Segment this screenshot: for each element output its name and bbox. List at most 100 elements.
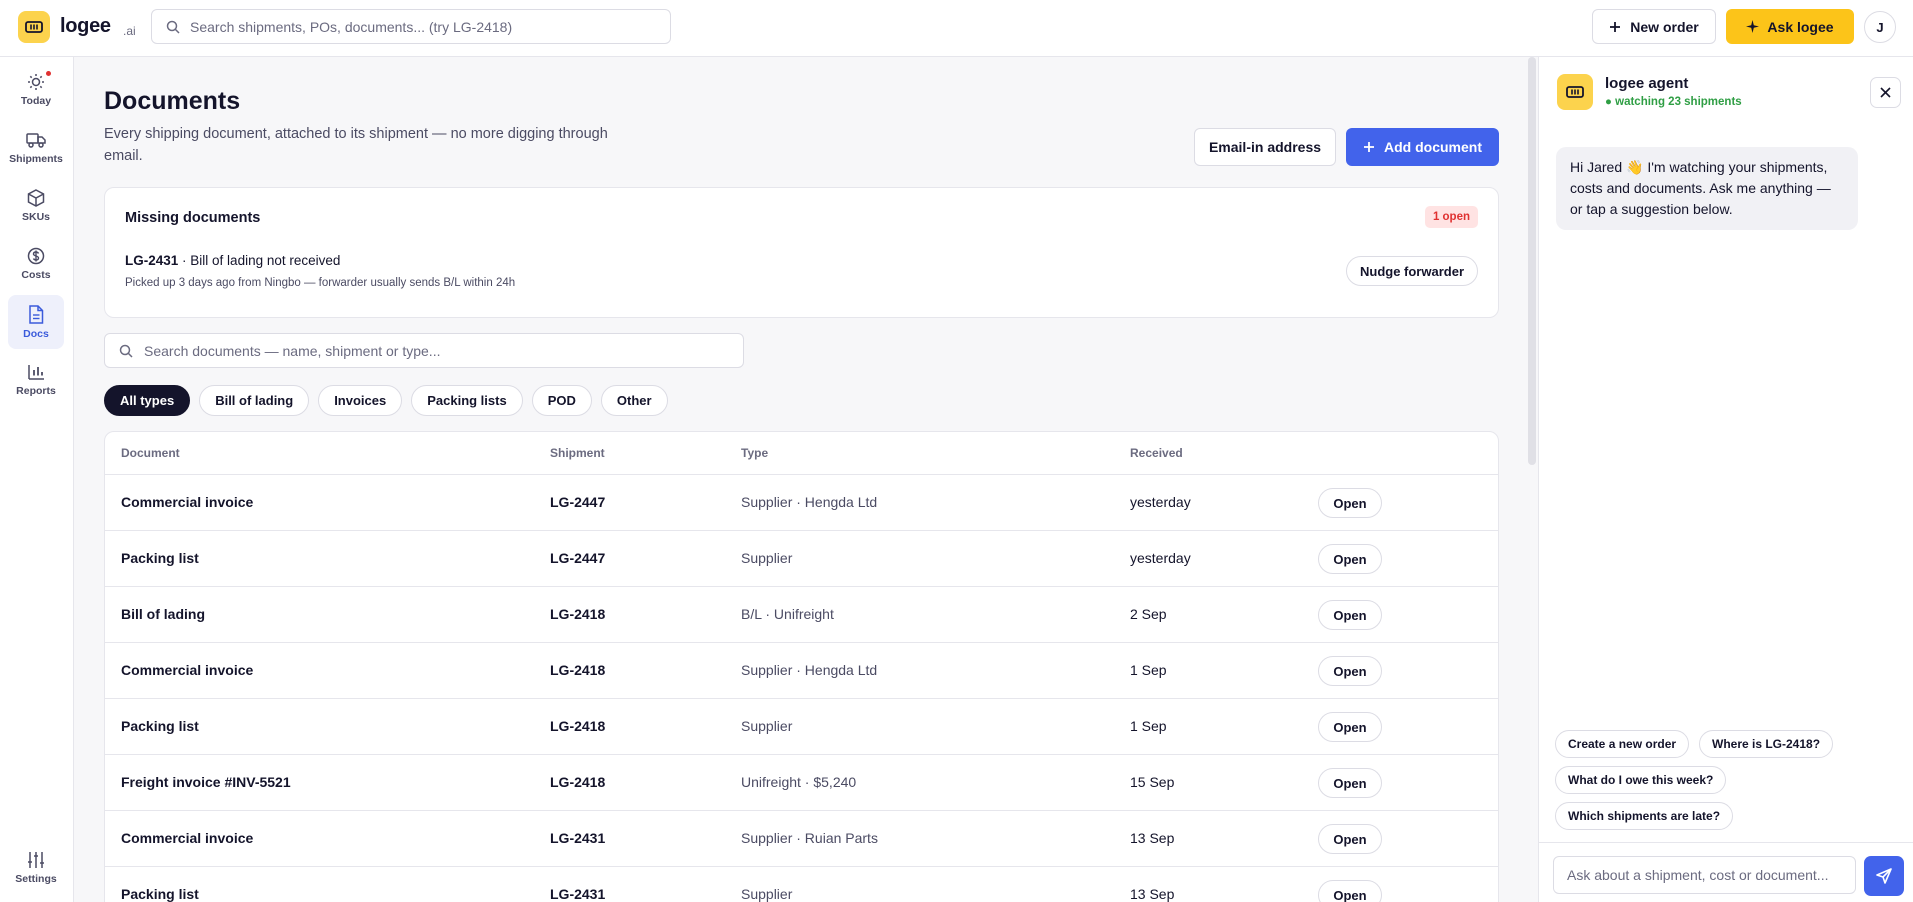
agent-title: logee agent: [1605, 75, 1689, 92]
filter-chip-packing-lists[interactable]: Packing lists: [411, 385, 523, 416]
add-document-button[interactable]: Add document: [1346, 128, 1499, 166]
status-badge: 1 open: [1424, 206, 1478, 228]
search-icon: [119, 344, 133, 358]
table-row[interactable]: Commercial invoice LG-2418 Supplier · He…: [105, 643, 1498, 699]
sidebar-item-label: Shipments: [9, 153, 63, 165]
shipment-id[interactable]: LG-2447: [550, 550, 605, 566]
filter-chip-other[interactable]: Other: [600, 385, 668, 416]
document-search-placeholder: Search documents — name, shipment or typ…: [144, 342, 441, 359]
sparkle-icon: [1746, 20, 1760, 33]
open-button[interactable]: Open: [1318, 656, 1382, 686]
plus-icon: [1364, 142, 1374, 152]
suggestion-where-is-shipment[interactable]: Where is LG-2418?: [1699, 730, 1834, 758]
global-search-input[interactable]: Search shipments, POs, documents... (try…: [151, 9, 671, 44]
column-header-type[interactable]: Type: [741, 446, 768, 460]
missing-detail: Picked up 3 days ago from Ningbo — forwa…: [125, 277, 516, 289]
sidebar-item-label: Docs: [23, 327, 49, 340]
document-name: Packing list: [121, 886, 199, 902]
sidebar-item-label: Reports: [16, 385, 56, 397]
add-document-label: Add document: [1384, 139, 1482, 155]
sidebar-item-reports[interactable]: Reports: [8, 353, 64, 407]
document-type: Supplier: [741, 550, 793, 566]
shipment-id[interactable]: LG-2418: [550, 718, 605, 734]
open-button[interactable]: Open: [1318, 488, 1382, 518]
document-name: Packing list: [121, 550, 199, 566]
sun-icon: [28, 74, 44, 90]
shipment-id[interactable]: LG-2418: [550, 774, 605, 790]
document-type: Supplier · Hengda Ltd: [741, 662, 878, 678]
dollar-icon: [27, 247, 45, 265]
document-name: Commercial invoice: [121, 494, 254, 510]
received-date: 1 Sep: [1130, 662, 1167, 678]
send-button[interactable]: [1864, 856, 1904, 896]
missing-documents-card: Missing documents 1 open LG-2431 · Bill …: [104, 187, 1499, 318]
open-button[interactable]: Open: [1318, 600, 1382, 630]
table-row[interactable]: Commercial invoice LG-2447 Supplier · He…: [105, 475, 1498, 531]
shipment-id[interactable]: LG-2431: [550, 886, 605, 902]
open-button[interactable]: Open: [1318, 712, 1382, 742]
nudge-forwarder-button[interactable]: Nudge forwarder: [1345, 256, 1478, 286]
document-type: Supplier: [741, 886, 793, 902]
column-header-document[interactable]: Document: [121, 446, 180, 460]
sidebar-item-docs[interactable]: Docs: [8, 295, 64, 349]
filter-chip-all-types[interactable]: All types: [104, 385, 191, 416]
sidebar-item-shipments[interactable]: Shipments: [8, 121, 64, 175]
close-icon: [1880, 87, 1891, 98]
shipment-id[interactable]: LG-2431: [550, 830, 605, 846]
table-row[interactable]: Freight invoice #INV-5521 LG-2418 Unifre…: [105, 755, 1498, 811]
table-row[interactable]: Packing list LG-2447 Supplier yesterday …: [105, 531, 1498, 587]
suggestion-late-shipments[interactable]: Which shipments are late?: [1555, 802, 1734, 830]
document-icon: [29, 304, 44, 324]
document-search-input[interactable]: Search documents — name, shipment or typ…: [104, 333, 744, 368]
brand-name: logee: [60, 15, 111, 37]
agent-panel: logee agent ● watching 23 shipments Hi J…: [1538, 57, 1913, 902]
notification-dot: [46, 71, 51, 76]
open-button[interactable]: Open: [1318, 824, 1382, 854]
sliders-icon: [28, 852, 44, 868]
suggestion-what-do-i-owe[interactable]: What do I owe this week?: [1555, 766, 1727, 794]
sidebar-item-costs[interactable]: Costs: [8, 237, 64, 291]
document-type: Supplier: [741, 718, 793, 734]
document-name: Commercial invoice: [121, 830, 254, 846]
new-order-button[interactable]: New order: [1592, 9, 1716, 44]
bar-chart-icon: [28, 365, 44, 380]
documents-table: Document Shipment Type Received Commerci…: [104, 431, 1499, 902]
table-row[interactable]: Packing list LG-2431 Supplier 13 Sep Ope…: [105, 867, 1498, 902]
received-date: yesterday: [1130, 550, 1191, 566]
table-row[interactable]: Bill of lading LG-2418 B/L · Unifreight …: [105, 587, 1498, 643]
close-agent-button[interactable]: [1870, 77, 1901, 108]
email-in-address-button[interactable]: Email-in address: [1194, 128, 1336, 166]
truck-icon: [26, 133, 46, 148]
table-row[interactable]: Packing list LG-2418 Supplier 1 Sep Open: [105, 699, 1498, 755]
shipment-id[interactable]: LG-2418: [550, 662, 605, 678]
document-type: Supplier · Hengda Ltd: [741, 494, 878, 510]
page-title: Documents: [104, 87, 241, 115]
sidebar: Today Shipments SKUs Costs Docs Reports …: [0, 57, 74, 902]
missing-issue: · Bill of lading not received: [182, 253, 341, 268]
received-date: yesterday: [1130, 494, 1191, 510]
agent-message-input[interactable]: Ask about a shipment, cost or document..…: [1553, 856, 1856, 894]
suggestion-create-order[interactable]: Create a new order: [1555, 730, 1690, 758]
open-button[interactable]: Open: [1318, 880, 1382, 902]
ask-logee-label: Ask logee: [1767, 18, 1834, 35]
user-avatar[interactable]: J: [1864, 11, 1896, 43]
document-name: Commercial invoice: [121, 662, 254, 678]
filter-chip-bill-of-lading[interactable]: Bill of lading: [199, 385, 310, 416]
main-scrollbar[interactable]: [1528, 57, 1536, 465]
filter-chip-pod[interactable]: POD: [531, 385, 592, 416]
open-button[interactable]: Open: [1318, 544, 1382, 574]
sidebar-item-today[interactable]: Today: [8, 63, 64, 117]
column-header-received[interactable]: Received: [1130, 446, 1183, 460]
sidebar-item-skus[interactable]: SKUs: [8, 179, 64, 233]
ask-logee-button[interactable]: Ask logee: [1726, 9, 1854, 44]
sidebar-item-settings[interactable]: Settings: [8, 841, 64, 895]
column-header-shipment[interactable]: Shipment: [550, 446, 605, 460]
sidebar-item-label: Today: [20, 95, 52, 107]
open-button[interactable]: Open: [1318, 768, 1382, 798]
shipment-id[interactable]: LG-2418: [550, 606, 605, 622]
missing-item: LG-2431 · Bill of lading not received: [125, 253, 340, 268]
table-row[interactable]: Commercial invoice LG-2431 Supplier · Ru…: [105, 811, 1498, 867]
filter-chip-invoices[interactable]: Invoices: [318, 385, 403, 416]
shipment-id[interactable]: LG-2447: [550, 494, 605, 510]
logo-icon[interactable]: [18, 11, 50, 43]
